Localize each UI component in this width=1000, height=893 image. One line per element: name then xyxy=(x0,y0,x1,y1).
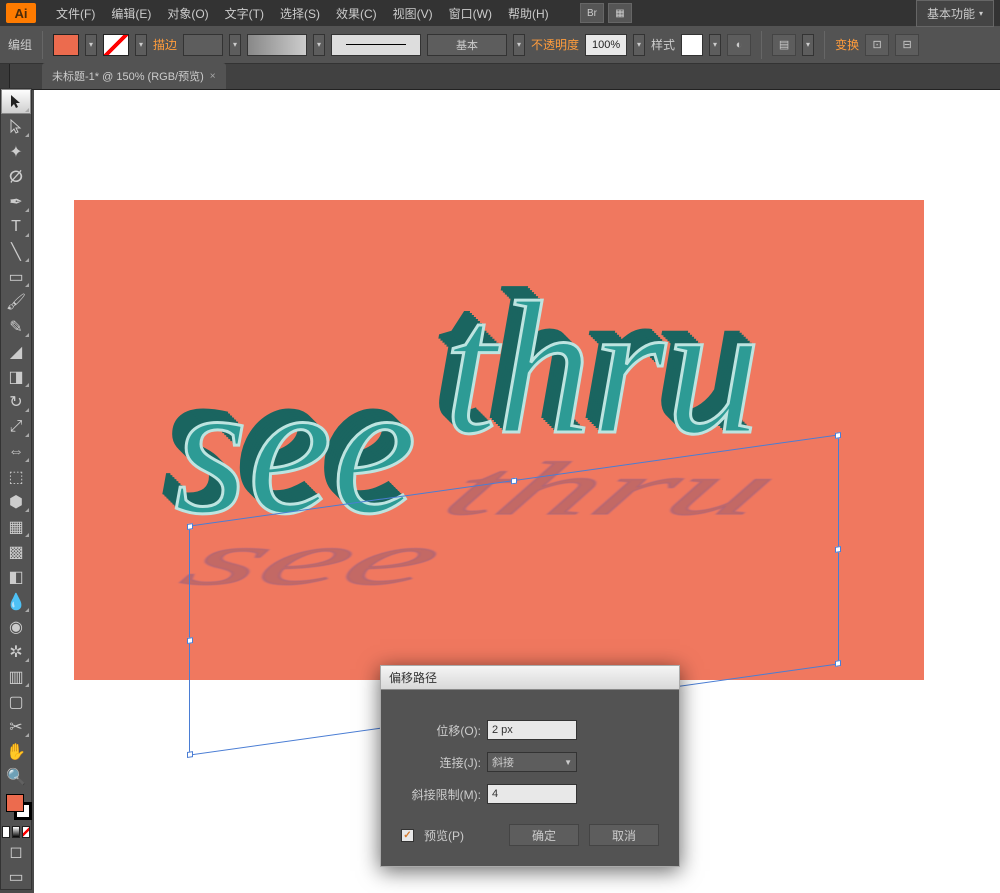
align-dropdown[interactable]: ▾ xyxy=(802,34,814,56)
width-tool[interactable]: ⇔ xyxy=(1,439,31,464)
scale-tool[interactable]: ⤢ xyxy=(1,414,31,439)
slice-tool[interactable]: ✂ xyxy=(1,714,31,739)
type-tool[interactable]: T xyxy=(1,214,31,239)
selection-mode-label: 编组 xyxy=(8,36,32,53)
opacity-label[interactable]: 不透明度 xyxy=(531,36,579,53)
stroke-weight-input[interactable] xyxy=(183,34,223,56)
fill-swatch[interactable] xyxy=(53,34,79,56)
document-tab[interactable]: 未标题-1* @ 150% (RGB/预览) × xyxy=(42,63,226,89)
close-tab-icon[interactable]: × xyxy=(210,71,216,82)
offset-input[interactable]: 2 px xyxy=(487,720,577,740)
brush-basic[interactable]: 基本 xyxy=(427,34,507,56)
chevron-down-icon: ▼ xyxy=(564,758,572,767)
menu-window[interactable]: 窗口(W) xyxy=(441,1,500,26)
eyedropper-tool[interactable]: 💧 xyxy=(1,589,31,614)
rectangle-tool[interactable]: ▭ xyxy=(1,264,31,289)
screen-mode-icon[interactable]: ▭ xyxy=(1,864,31,889)
opacity-dropdown[interactable]: ▾ xyxy=(633,34,645,56)
app-logo: Ai xyxy=(6,3,36,23)
fill-stroke-indicator[interactable] xyxy=(1,789,31,825)
bridge-icon[interactable]: Br xyxy=(580,3,604,23)
document-tabs: 未标题-1* @ 150% (RGB/预览) × xyxy=(0,64,1000,90)
magic-wand-tool[interactable]: ✦ xyxy=(1,139,31,164)
fill-dropdown[interactable]: ▾ xyxy=(85,34,97,56)
join-select[interactable]: 斜接 ▼ xyxy=(487,752,577,772)
menu-edit[interactable]: 编辑(E) xyxy=(103,1,159,26)
menu-view[interactable]: 视图(V) xyxy=(385,1,441,26)
menu-file[interactable]: 文件(F) xyxy=(48,1,103,26)
artboard-tool[interactable]: ▢ xyxy=(1,689,31,714)
isolate-icon[interactable]: ⊡ xyxy=(865,34,889,56)
preview-checkbox[interactable]: ✓ xyxy=(401,829,414,842)
join-label: 连接(J): xyxy=(401,754,481,771)
ok-button[interactable]: 确定 xyxy=(509,824,579,846)
free-transform-tool[interactable]: ⬚ xyxy=(1,464,31,489)
lasso-tool[interactable]: ⵁ xyxy=(1,164,31,189)
workspace-switcher[interactable]: 基本功能 ▾ xyxy=(916,0,994,27)
menu-bar: Ai 文件(F) 编辑(E) 对象(O) 文字(T) 选择(S) 效果(C) 视… xyxy=(0,0,1000,26)
miter-label: 斜接限制(M): xyxy=(401,786,481,803)
offset-label: 位移(O): xyxy=(401,722,481,739)
artwork-word2-shadow[interactable]: thru xyxy=(423,445,801,532)
artboard: see thru see thru xyxy=(74,200,924,680)
rotate-tool[interactable]: ↻ xyxy=(1,389,31,414)
stroke-dropdown[interactable]: ▾ xyxy=(135,34,147,56)
align-icon[interactable]: ▤ xyxy=(772,34,796,56)
dialog-title: 偏移路径 xyxy=(389,669,437,686)
column-graph-tool[interactable]: ▥ xyxy=(1,664,31,689)
zoom-tool[interactable]: 🔍 xyxy=(1,764,31,789)
stroke-profile-dropdown[interactable]: ▾ xyxy=(313,34,325,56)
brush-definition[interactable] xyxy=(331,34,421,56)
opacity-input[interactable]: 100% xyxy=(585,34,627,56)
transform-label[interactable]: 变换 xyxy=(835,36,859,53)
control-bar: 编组 ▾ ▾ 描边 ▾ ▾ 基本 ▾ 不透明度 100% ▾ 样式 ▾ ◐ ▤ … xyxy=(0,26,1000,64)
menu-type[interactable]: 文字(T) xyxy=(217,1,272,26)
preview-label: 预览(P) xyxy=(424,827,464,844)
miter-input[interactable]: 4 xyxy=(487,784,577,804)
blend-tool[interactable]: ◉ xyxy=(1,614,31,639)
line-tool[interactable]: ╲ xyxy=(1,239,31,264)
workspace-label: 基本功能 xyxy=(927,5,975,22)
direct-selection-tool[interactable] xyxy=(1,114,31,139)
dialog-titlebar[interactable]: 偏移路径 xyxy=(381,666,679,690)
menu-object[interactable]: 对象(O) xyxy=(159,1,216,26)
offset-path-dialog: 偏移路径 位移(O): 2 px 连接(J): 斜接 ▼ 斜接限制(M): 4 … xyxy=(380,665,680,867)
stroke-swatch-none[interactable] xyxy=(103,34,129,56)
stroke-profile[interactable] xyxy=(247,34,307,56)
hand-tool[interactable]: ✋ xyxy=(1,739,31,764)
color-mode-row[interactable] xyxy=(1,825,31,839)
menu-help[interactable]: 帮助(H) xyxy=(500,1,557,26)
blob-brush-tool[interactable]: ◢ xyxy=(1,339,31,364)
edit-contents-icon[interactable]: ⊟ xyxy=(895,34,919,56)
arrange-docs-icon[interactable]: ▦ xyxy=(608,3,632,23)
style-label: 样式 xyxy=(651,36,675,53)
paintbrush-tool[interactable]: 🖌 xyxy=(1,289,31,314)
document-tab-title: 未标题-1* @ 150% (RGB/预览) xyxy=(52,68,204,84)
recolor-icon[interactable]: ◐ xyxy=(727,34,751,56)
shape-builder-tool[interactable]: ⬢ xyxy=(1,489,31,514)
eraser-tool[interactable]: ◨ xyxy=(1,364,31,389)
draw-normal-icon[interactable]: ◻ xyxy=(1,839,31,864)
graphic-style-swatch[interactable] xyxy=(681,34,703,56)
mesh-tool[interactable]: ▩ xyxy=(1,539,31,564)
toolbox: ✦ ⵁ ✒ T ╲ ▭ 🖌 ✎ ◢ ◨ ↻ ⤢ ⇔ ⬚ ⬢ ▦ ▩ ◧ 💧 ◉ … xyxy=(0,88,32,890)
stroke-label[interactable]: 描边 xyxy=(153,36,177,53)
brush-dropdown[interactable]: ▾ xyxy=(513,34,525,56)
stroke-weight-dropdown[interactable]: ▾ xyxy=(229,34,241,56)
gradient-tool[interactable]: ◧ xyxy=(1,564,31,589)
selection-tool[interactable] xyxy=(1,89,31,114)
cancel-button[interactable]: 取消 xyxy=(589,824,659,846)
pen-tool[interactable]: ✒ xyxy=(1,189,31,214)
menu-effect[interactable]: 效果(C) xyxy=(328,1,385,26)
style-dropdown[interactable]: ▾ xyxy=(709,34,721,56)
pencil-tool[interactable]: ✎ xyxy=(1,314,31,339)
menu-select[interactable]: 选择(S) xyxy=(272,1,328,26)
symbol-sprayer-tool[interactable]: ✲ xyxy=(1,639,31,664)
perspective-tool[interactable]: ▦ xyxy=(1,514,31,539)
